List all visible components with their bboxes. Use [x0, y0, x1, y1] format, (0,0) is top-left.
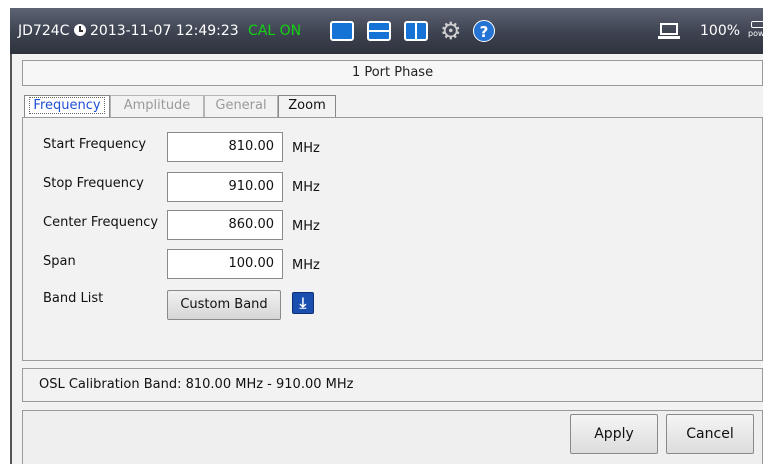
dual-horizontal-view-icon[interactable] — [367, 21, 391, 41]
tab-general[interactable]: General — [204, 95, 278, 117]
status-bar: JD724C 2013-11-07 12:49:23 CAL ON ⚙ ? 10… — [10, 8, 763, 54]
apply-button[interactable]: Apply — [570, 414, 658, 454]
span-label: Span — [43, 254, 76, 269]
power-icon: power — [748, 21, 763, 38]
start-frequency-field[interactable]: 810.00 — [167, 132, 283, 162]
tab-frequency[interactable]: Frequency — [24, 95, 110, 117]
battery-level: 100% — [700, 23, 741, 39]
center-frequency-label: Center Frequency — [43, 215, 159, 230]
dual-vertical-view-icon[interactable] — [404, 21, 428, 41]
stop-frequency-label: Stop Frequency — [43, 176, 144, 191]
page-title: 1 Port Phase — [22, 60, 763, 86]
stop-frequency-field[interactable]: 910.00 — [167, 172, 283, 202]
start-frequency-label: Start Frequency — [43, 137, 147, 152]
single-view-icon[interactable] — [330, 21, 354, 41]
stop-frequency-unit: MHz — [292, 180, 320, 195]
tab-amplitude[interactable]: Amplitude — [110, 95, 204, 117]
cal-status: CAL ON — [248, 23, 302, 39]
model-name: JD724C — [18, 23, 70, 39]
cancel-button[interactable]: Cancel — [666, 414, 754, 454]
datetime: 2013-11-07 12:49:23 — [90, 23, 239, 39]
laptop-icon — [658, 23, 680, 39]
download-icon[interactable]: ⤓ — [292, 292, 314, 314]
help-icon[interactable]: ? — [473, 20, 495, 42]
center-frequency-field[interactable]: 860.00 — [167, 210, 283, 240]
custom-band-button[interactable]: Custom Band — [167, 290, 281, 320]
frequency-panel — [22, 117, 763, 361]
calibration-info: OSL Calibration Band: 810.00 MHz - 910.0… — [22, 368, 763, 402]
start-frequency-unit: MHz — [292, 141, 320, 156]
band-list-label: Band List — [43, 291, 104, 306]
span-field[interactable]: 100.00 — [167, 249, 283, 279]
tab-zoom[interactable]: Zoom — [278, 95, 336, 117]
power-label: power — [748, 29, 763, 38]
gear-icon[interactable]: ⚙ — [440, 19, 464, 43]
center-frequency-unit: MHz — [292, 219, 320, 234]
span-unit: MHz — [292, 258, 320, 273]
tab-label: Frequency — [29, 97, 105, 114]
clock-icon — [74, 24, 86, 36]
